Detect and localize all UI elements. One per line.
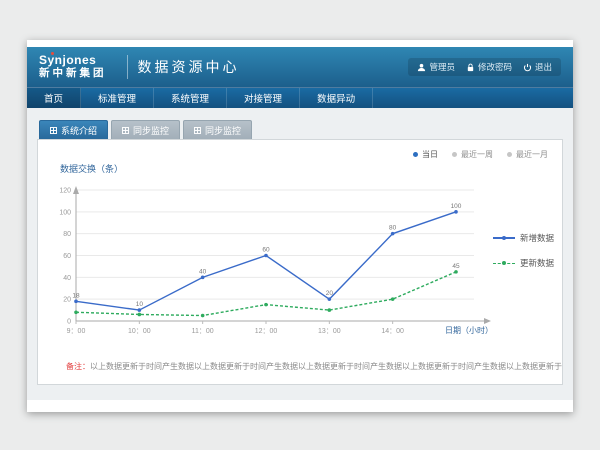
svg-text:20: 20 xyxy=(326,290,334,297)
legend-dot xyxy=(413,152,418,157)
nav-item-connection-management[interactable]: 对接管理 xyxy=(227,88,300,108)
admin-user-label: 管理员 xyxy=(429,61,455,73)
line-chart: 0 20 40 60 80 100 120 9：00 10：00 11：00 12：00 13：00 1… xyxy=(46,178,496,343)
grid-icon xyxy=(50,127,57,134)
filter-last-month[interactable]: 最近一月 xyxy=(507,149,548,160)
time-range-filters: 当日 最近一周 最近一月 xyxy=(413,149,548,160)
app-window: Synjones 新中新集团 数据资源中心 管理员 修改密码 退出 首页 标准管… xyxy=(27,40,573,412)
legend-dot xyxy=(507,152,512,157)
svg-text:80: 80 xyxy=(63,231,71,238)
svg-text:40: 40 xyxy=(199,268,207,275)
series-legend: 新增数据 更新数据 xyxy=(493,232,554,282)
series-name: 新增数据 xyxy=(520,232,554,244)
admin-user-button[interactable]: 管理员 xyxy=(417,61,455,73)
series-name: 更新数据 xyxy=(520,257,554,269)
svg-text:12：00: 12：00 xyxy=(255,328,278,335)
nav-item-label: 对接管理 xyxy=(244,91,282,105)
nav-item-label: 数据异动 xyxy=(317,91,355,105)
nav-item-home[interactable]: 首页 xyxy=(27,88,81,108)
svg-text:9：00: 9：00 xyxy=(67,328,86,335)
tab-label: 同步监控 xyxy=(133,124,169,137)
legend-item-new-data[interactable]: 新增数据 xyxy=(493,232,554,244)
svg-text:120: 120 xyxy=(59,188,71,195)
logout-button[interactable]: 退出 xyxy=(523,61,552,73)
header-divider xyxy=(127,55,128,79)
grid-icon xyxy=(194,127,201,134)
svg-text:60: 60 xyxy=(63,253,71,260)
svg-text:18: 18 xyxy=(72,292,80,299)
lock-icon xyxy=(466,63,475,72)
svg-text:10: 10 xyxy=(136,301,144,308)
change-password-button[interactable]: 修改密码 xyxy=(466,61,512,73)
nav-item-data-change[interactable]: 数据异动 xyxy=(300,88,373,108)
chart-panel: 当日 最近一周 最近一月 数据交换（条） 0 20 40 60 80 100 120 9：00… xyxy=(37,139,563,385)
logo-subtext: 新中新集团 xyxy=(39,67,107,80)
content-area: 系统介绍 同步监控 同步监控 当日 最近一周 xyxy=(27,108,573,400)
svg-text:10：00: 10：00 xyxy=(128,328,151,335)
main-nav: 首页 标准管理 系统管理 对接管理 数据异动 xyxy=(27,87,573,108)
svg-text:80: 80 xyxy=(389,225,397,232)
filter-last-week[interactable]: 最近一周 xyxy=(452,149,493,160)
company-logo: Synjones 新中新集团 xyxy=(39,54,107,80)
app-header: Synjones 新中新集团 数据资源中心 管理员 修改密码 退出 xyxy=(27,47,573,87)
svg-text:日期（小时）: 日期（小时） xyxy=(445,325,493,335)
svg-text:45: 45 xyxy=(452,263,460,270)
svg-text:11：00: 11：00 xyxy=(192,328,214,335)
svg-text:13：00: 13：00 xyxy=(318,328,341,335)
nav-item-label: 标准管理 xyxy=(98,91,136,105)
tab-label: 系统介绍 xyxy=(61,124,97,137)
logo-red-dot xyxy=(51,52,54,55)
filter-today[interactable]: 当日 xyxy=(413,149,438,160)
svg-text:100: 100 xyxy=(59,209,71,216)
svg-text:60: 60 xyxy=(262,247,270,254)
change-password-label: 修改密码 xyxy=(478,61,512,73)
svg-text:20: 20 xyxy=(63,297,71,304)
tab-sync-monitor-2[interactable]: 同步监控 xyxy=(183,120,252,139)
svg-text:100: 100 xyxy=(451,203,462,210)
dashed-line-swatch xyxy=(493,263,515,264)
footnote-text: 以上数据更新于时间产生数据以上数据更新于时间产生数据以上数据更新于时间产生数据以… xyxy=(90,362,562,371)
svg-text:40: 40 xyxy=(63,275,71,282)
logout-label: 退出 xyxy=(535,61,552,73)
legend-item-updated-data[interactable]: 更新数据 xyxy=(493,257,554,269)
legend-dot xyxy=(452,152,457,157)
tab-system-intro[interactable]: 系统介绍 xyxy=(39,120,108,139)
filter-label: 最近一月 xyxy=(516,149,548,160)
nav-item-standard-management[interactable]: 标准管理 xyxy=(81,88,154,108)
tab-label: 同步监控 xyxy=(205,124,241,137)
y-axis-title: 数据交换（条） xyxy=(60,162,123,175)
tab-bar: 系统介绍 同步监控 同步监控 xyxy=(39,120,563,139)
nav-item-label: 首页 xyxy=(44,91,63,105)
nav-item-label: 系统管理 xyxy=(171,91,209,105)
filter-label: 当日 xyxy=(422,149,438,160)
logo-text: Synjones xyxy=(39,54,107,67)
nav-item-system-management[interactable]: 系统管理 xyxy=(154,88,227,108)
svg-text:0: 0 xyxy=(67,319,71,326)
user-icon xyxy=(417,63,426,72)
svg-text:14：00: 14：00 xyxy=(381,328,404,335)
footnote: 备注：以上数据更新于时间产生数据以上数据更新于时间产生数据以上数据更新于时间产生… xyxy=(66,361,562,372)
footnote-label: 备注： xyxy=(66,362,90,371)
filter-label: 最近一周 xyxy=(461,149,493,160)
power-icon xyxy=(523,63,532,72)
solid-line-swatch xyxy=(493,237,515,239)
tab-sync-monitor-1[interactable]: 同步监控 xyxy=(111,120,180,139)
grid-icon xyxy=(122,127,129,134)
header-actions: 管理员 修改密码 退出 xyxy=(408,58,561,76)
app-title: 数据资源中心 xyxy=(138,57,240,77)
